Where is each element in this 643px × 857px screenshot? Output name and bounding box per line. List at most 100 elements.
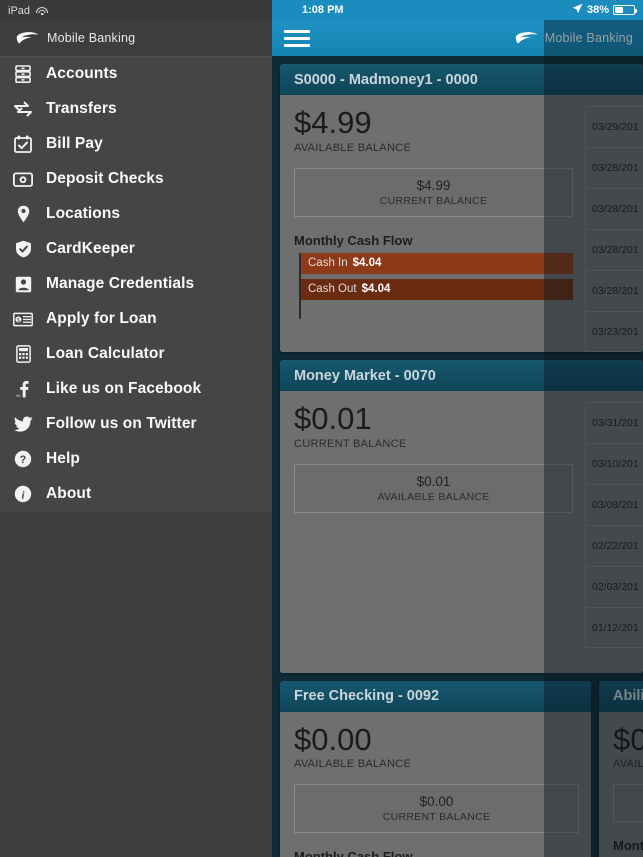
- sidebar-item-label: Transfers: [46, 100, 117, 117]
- sidebar-item-label: Locations: [46, 205, 121, 222]
- navigation-drawer: iPad Mobile Banking Accounts Transfers B…: [0, 0, 272, 857]
- header-brand-label: Mobile Banking: [544, 31, 633, 45]
- main-content: 1:08 PM 38% Mobile Banking S0000 - Madmo…: [272, 0, 643, 857]
- account-card-madmoney1[interactable]: S0000 - Madmoney1 - 0000 $4.99 AVAILABLE…: [280, 64, 643, 352]
- card-empty-space: [294, 512, 573, 661]
- hamburger-menu-icon[interactable]: [284, 28, 310, 48]
- battery-icon: [613, 5, 637, 15]
- primary-balance-amount: $0.01: [294, 401, 372, 436]
- sidebar-item-accounts[interactable]: Accounts: [0, 57, 272, 92]
- account-summary: $0.00 AVAILABLE BALANCE $0.00 CURRENT BA…: [280, 711, 591, 857]
- sidebar-item-about[interactable]: i About: [0, 477, 272, 512]
- table-row[interactable]: 02/22/201: [585, 525, 643, 566]
- sidebar-item-label: About: [46, 485, 92, 502]
- location-arrow-icon: [572, 3, 583, 17]
- table-row[interactable]: 03/08/201: [585, 484, 643, 525]
- sidebar-item-apply-for-loan[interactable]: $ Apply for Loan: [0, 302, 272, 337]
- svg-text:$: $: [17, 318, 20, 324]
- table-row[interactable]: 03/23/201: [585, 311, 643, 352]
- sidebar-item-label: Deposit Checks: [46, 170, 164, 187]
- sidebar-item-label: CardKeeper: [46, 240, 135, 257]
- sidebar-menu: Accounts Transfers Bill Pay Deposit Chec…: [0, 56, 272, 512]
- sidebar-item-manage-credentials[interactable]: Manage Credentials: [0, 267, 272, 302]
- transfers-icon: [12, 98, 34, 120]
- battery-percent-label: 38%: [586, 4, 609, 16]
- sidebar-item-label: Manage Credentials: [46, 275, 195, 292]
- chart-bottom-padding: [300, 305, 573, 319]
- primary-balance-label: AVAILABLE BALANCE: [294, 758, 412, 771]
- account-row: S0000 - Madmoney1 - 0000 $4.99 AVAILABLE…: [272, 64, 643, 360]
- table-row[interactable]: 03/28/201: [585, 229, 643, 270]
- cash-in-bar: Cash In $4.04: [300, 252, 573, 274]
- account-summary: $0. AVAILAB Mont: [599, 711, 643, 857]
- cash-out-bar: Cash Out $4.04: [300, 278, 573, 300]
- accounts-list: S0000 - Madmoney1 - 0000 $4.99 AVAILABLE…: [272, 56, 643, 857]
- sidebar-item-label: Follow us on Twitter: [46, 415, 197, 432]
- secondary-balance-amount: $0.00: [419, 794, 454, 810]
- table-row[interactable]: 03/28/201: [585, 188, 643, 229]
- account-card-ability[interactable]: Abilit $0. AVAILAB Mont: [599, 680, 643, 857]
- sidebar-status-bar: iPad: [0, 0, 272, 20]
- sidebar-item-label: Loan Calculator: [46, 345, 165, 362]
- secondary-balance-label: CURRENT BALANCE: [382, 811, 491, 824]
- calendar-check-icon: [12, 133, 34, 155]
- ios-status-bar: 1:08 PM 38%: [272, 0, 643, 20]
- twitter-icon: [12, 413, 34, 435]
- sidebar-item-cardkeeper[interactable]: CardKeeper: [0, 232, 272, 267]
- table-row[interactable]: 03/28/201: [585, 147, 643, 188]
- primary-balance-label: CURRENT BALANCE: [294, 437, 407, 450]
- primary-balance-amount: $4.99: [294, 105, 372, 140]
- transaction-list[interactable]: 03/29/201 03/28/201 03/28/201 03/28/201 …: [585, 95, 643, 352]
- primary-balance-amount: $0.00: [294, 721, 372, 757]
- accounts-icon: [12, 63, 34, 85]
- primary-balance-label: AVAILAB: [613, 758, 643, 771]
- cash-flow-chart: Cash In $4.04 Cash Out $4.04: [294, 252, 573, 319]
- info-circle-icon: i: [12, 483, 34, 505]
- sidebar-item-label: Help: [46, 450, 80, 467]
- primary-balance-label: AVAILABLE BALANCE: [294, 141, 412, 154]
- sidebar-item-facebook[interactable]: Like us on Facebook: [0, 372, 272, 407]
- shield-check-icon: [12, 238, 34, 260]
- swoosh-logo-icon: [16, 31, 40, 45]
- sidebar-item-bill-pay[interactable]: Bill Pay: [0, 127, 272, 162]
- table-row[interactable]: 01/12/201: [585, 607, 643, 648]
- cash-out-value: $4.04: [361, 283, 391, 296]
- account-card-money-market[interactable]: Money Market - 0070 $0.01 CURRENT BALANC…: [280, 360, 643, 673]
- transaction-list[interactable]: 03/31/201 03/10/201 03/08/201 02/22/201 …: [585, 391, 643, 673]
- cash-flow-title: Monthly Cash Flow: [294, 849, 413, 857]
- sidebar-item-help[interactable]: ? Help: [0, 442, 272, 477]
- user-card-icon: [12, 273, 34, 295]
- table-row[interactable]: 03/31/201: [585, 402, 643, 443]
- secondary-balance-box: $0.01 AVAILABLE BALANCE: [294, 463, 573, 513]
- account-card-body: $0.01 CURRENT BALANCE $0.01 AVAILABLE BA…: [280, 391, 643, 673]
- swoosh-logo-icon: [515, 31, 539, 45]
- facebook-icon: [12, 378, 34, 400]
- status-bar-right: 38%: [572, 3, 637, 17]
- account-card-title: S0000 - Madmoney1 - 0000: [280, 64, 643, 95]
- app-header: Mobile Banking: [272, 20, 643, 56]
- secondary-balance-box: $0.00 CURRENT BALANCE: [294, 784, 579, 834]
- account-card-title: Money Market - 0070: [280, 360, 643, 391]
- table-row[interactable]: 03/28/201: [585, 270, 643, 311]
- clock-label: 1:08 PM: [302, 4, 344, 16]
- sidebar-item-label: Apply for Loan: [46, 310, 157, 327]
- table-row[interactable]: 03/29/201: [585, 106, 643, 147]
- account-card-body: $0. AVAILAB Mont: [599, 711, 643, 857]
- calculator-icon: [12, 343, 34, 365]
- table-row[interactable]: 02/03/201: [585, 566, 643, 607]
- account-summary: $4.99 AVAILABLE BALANCE $4.99 CURRENT BA…: [280, 95, 585, 352]
- sidebar-item-label: Like us on Facebook: [46, 380, 202, 397]
- question-circle-icon: ?: [12, 448, 34, 470]
- sidebar-item-locations[interactable]: Locations: [0, 197, 272, 232]
- money-document-icon: $: [12, 308, 34, 330]
- sidebar-item-loan-calculator[interactable]: Loan Calculator: [0, 337, 272, 372]
- wifi-icon: [36, 6, 49, 16]
- sidebar-item-deposit-checks[interactable]: Deposit Checks: [0, 162, 272, 197]
- account-summary: $0.01 CURRENT BALANCE $0.01 AVAILABLE BA…: [280, 391, 585, 673]
- table-row[interactable]: 03/10/201: [585, 443, 643, 484]
- sidebar-item-transfers[interactable]: Transfers: [0, 92, 272, 127]
- device-name-label: iPad: [8, 5, 31, 17]
- account-card-free-checking[interactable]: Free Checking - 0092 $0.00 AVAILABLE BAL…: [280, 680, 591, 857]
- sidebar-item-twitter[interactable]: Follow us on Twitter: [0, 407, 272, 442]
- secondary-balance-box: $4.99 CURRENT BALANCE: [294, 167, 573, 217]
